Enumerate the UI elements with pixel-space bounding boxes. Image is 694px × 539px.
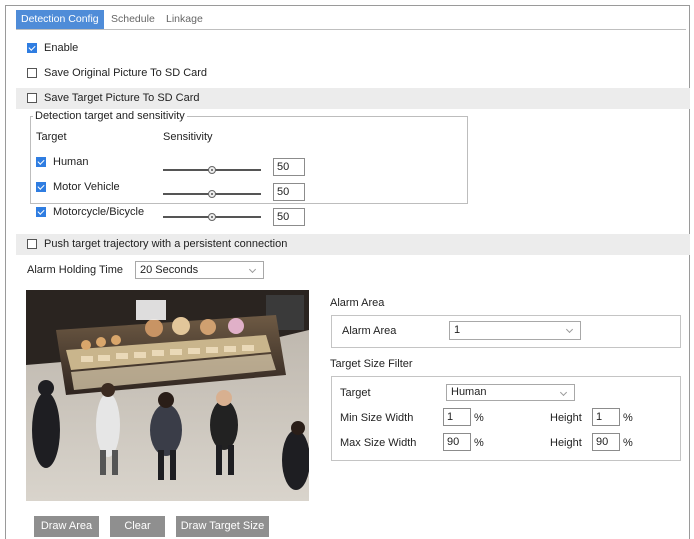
target-column-header: Target (36, 131, 67, 143)
min-width-label: Min Size Width (340, 412, 414, 424)
max-height-unit: % (623, 437, 633, 449)
save-target-option[interactable]: Save Target Picture To SD Card (27, 92, 200, 104)
motor-vehicle-checkbox[interactable] (36, 182, 46, 192)
enable-label: Enable (44, 42, 79, 54)
max-width-input[interactable]: 90 (443, 433, 471, 451)
alarm-area-select[interactable]: 1 (449, 321, 581, 340)
sensitivity-column-header: Sensitivity (163, 131, 213, 143)
target-motor-vehicle[interactable]: Motor Vehicle (36, 181, 120, 193)
min-height-unit: % (623, 412, 633, 424)
human-sensitivity-input[interactable]: 50 (273, 158, 305, 176)
clear-button[interactable]: Clear (110, 516, 165, 537)
filter-target-value: Human (451, 386, 487, 398)
push-trajectory-label: Push target trajectory with a persistent… (44, 238, 288, 250)
tab-divider (16, 29, 686, 30)
alarm-area-value: 1 (454, 324, 461, 336)
motorcycle-bicycle-sensitivity-slider[interactable] (163, 213, 261, 221)
filter-target-label: Target (340, 387, 371, 399)
alarm-holding-select[interactable]: 20 Seconds (135, 261, 264, 279)
human-slider-thumb[interactable] (208, 166, 216, 174)
tab-detection-config[interactable]: Detection Config (16, 10, 104, 29)
motorcycle-bicycle-slider-thumb[interactable] (208, 213, 216, 221)
max-height-label: Height (550, 437, 582, 449)
max-width-label: Max Size Width (340, 437, 417, 449)
motor-vehicle-sensitivity-slider[interactable] (163, 190, 261, 198)
target-motorcycle-bicycle[interactable]: Motorcycle/Bicycle (36, 206, 144, 218)
tab-schedule[interactable]: Schedule (111, 10, 155, 29)
max-height-input[interactable]: 90 (592, 433, 620, 451)
motor-vehicle-sensitivity-input[interactable]: 50 (273, 183, 305, 201)
save-target-checkbox[interactable] (27, 93, 37, 103)
enable-option[interactable]: Enable (27, 42, 78, 54)
tab-linkage[interactable]: Linkage (166, 10, 203, 29)
chevron-down-icon (248, 265, 257, 274)
alarm-holding-value: 20 Seconds (140, 264, 199, 276)
human-checkbox[interactable] (36, 157, 46, 167)
camera-snapshot-image (26, 290, 309, 501)
filter-target-select[interactable]: Human (446, 384, 575, 401)
target-human[interactable]: Human (36, 156, 88, 168)
alarm-area-title: Alarm Area (330, 297, 385, 309)
human-label: Human (53, 156, 89, 168)
save-target-label: Save Target Picture To SD Card (44, 92, 200, 104)
save-original-label: Save Original Picture To SD Card (44, 67, 208, 79)
save-original-checkbox[interactable] (27, 68, 37, 78)
chevron-down-icon (559, 388, 568, 397)
motor-vehicle-label: Motor Vehicle (53, 181, 120, 193)
min-width-unit: % (474, 412, 484, 424)
draw-target-size-button[interactable]: Draw Target Size (176, 516, 269, 537)
alarm-area-field-label: Alarm Area (342, 325, 397, 337)
detection-legend: Detection target and sensitivity (35, 110, 185, 122)
motorcycle-bicycle-label: Motorcycle/Bicycle (53, 206, 145, 218)
push-trajectory-checkbox[interactable] (27, 239, 37, 249)
motor-vehicle-slider-thumb[interactable] (208, 190, 216, 198)
human-sensitivity-slider[interactable] (163, 166, 261, 174)
push-trajectory-option[interactable]: Push target trajectory with a persistent… (27, 238, 287, 250)
motorcycle-bicycle-checkbox[interactable] (36, 207, 46, 217)
motorcycle-bicycle-sensitivity-input[interactable]: 50 (273, 208, 305, 226)
enable-checkbox[interactable] (27, 43, 37, 53)
chevron-down-icon (565, 325, 574, 334)
min-width-input[interactable]: 1 (443, 408, 471, 426)
save-original-option[interactable]: Save Original Picture To SD Card (27, 67, 207, 79)
target-size-filter-title: Target Size Filter (330, 358, 413, 370)
draw-area-button[interactable]: Draw Area (34, 516, 99, 537)
min-height-label: Height (550, 412, 582, 424)
camera-preview[interactable] (26, 290, 309, 501)
alarm-holding-label: Alarm Holding Time (27, 264, 123, 276)
max-width-unit: % (474, 437, 484, 449)
min-height-input[interactable]: 1 (592, 408, 620, 426)
